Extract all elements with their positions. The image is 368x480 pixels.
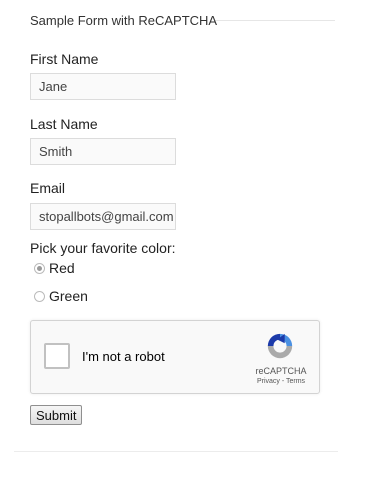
first-name-label: First Name: [30, 51, 99, 67]
recaptcha-brand-text: reCAPTCHA: [255, 366, 307, 376]
legend-divider: [215, 20, 335, 21]
radio-option-green[interactable]: Green: [34, 288, 88, 304]
email-input[interactable]: [30, 203, 176, 230]
radio-green[interactable]: [34, 290, 45, 302]
first-name-input[interactable]: [30, 73, 176, 100]
form-legend: Sample Form with ReCAPTCHA: [30, 13, 218, 28]
color-question-label: Pick your favorite color:: [30, 240, 176, 256]
last-name-input[interactable]: [30, 138, 176, 165]
recaptcha-checkbox[interactable]: [44, 343, 70, 369]
radio-red-label: Red: [49, 260, 75, 276]
email-label: Email: [30, 180, 66, 196]
radio-option-red[interactable]: Red: [34, 260, 75, 276]
radio-red[interactable]: [34, 262, 45, 274]
recaptcha-logo-icon: [267, 333, 293, 359]
submit-button[interactable]: Submit: [30, 405, 83, 425]
bottom-divider: [14, 451, 338, 452]
radio-green-label: Green: [49, 288, 88, 304]
recaptcha-privacy-terms-links[interactable]: Privacy - Terms: [247, 378, 315, 385]
last-name-label: Last Name: [30, 116, 98, 132]
recaptcha-widget: I'm not a robot reCAPTCHA Privacy - Term…: [30, 320, 320, 394]
recaptcha-label: I'm not a robot: [82, 349, 165, 364]
